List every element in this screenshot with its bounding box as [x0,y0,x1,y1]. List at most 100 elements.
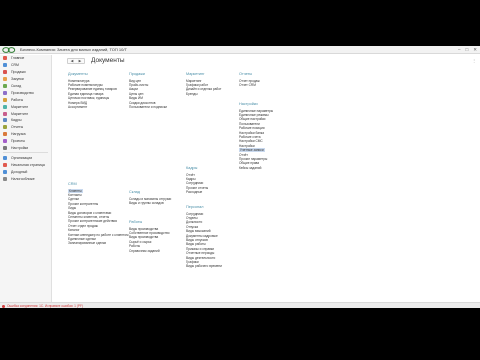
link-item[interactable]: Сырьё и сырья [129,240,151,244]
link-item[interactable]: Запланированные сделки [68,241,106,245]
link-item[interactable]: Расходные [186,190,202,194]
link-item[interactable]: Единичные режимы [239,113,269,117]
link-item[interactable]: Дизайн и отделка работ [186,87,221,91]
sidebar-item-items-11[interactable]: Нагрузка [0,131,51,138]
link-item[interactable]: Прочие контрагенты [68,202,98,206]
link-item[interactable]: Единая единица товара [68,92,103,96]
link-item[interactable]: Настройки СМС [239,139,263,143]
maximize-button[interactable]: □ [466,47,469,53]
link-item[interactable]: Отчет CRM [239,83,256,87]
link-item[interactable]: Склады и магазины отгрузки [129,197,171,201]
sidebar-item-items-13[interactable]: Настройки [0,145,51,152]
link-item[interactable]: Пользователи и подписки [129,105,167,109]
forward-button[interactable]: ▶ [76,59,84,63]
link-item[interactable]: Единичные сделки [68,237,96,241]
sidebar-item-bottom-1[interactable]: Начальная страница [0,161,51,168]
link-item[interactable]: Сотрудники [186,212,203,216]
link-item[interactable]: Графики работ [186,83,208,87]
sidebar-item-items-2[interactable]: Продажи [0,69,51,76]
link-item[interactable]: Отчёт [186,173,195,177]
link-item[interactable]: Прочие параметры [239,157,267,161]
link-item[interactable]: Акции [129,87,138,91]
link-item[interactable]: Номенклатура [68,79,89,83]
sidebar-item-items-8[interactable]: Маркетинг [0,110,51,117]
sidebar-item-items-1[interactable]: CRM [0,62,51,69]
sidebar-item-items-12[interactable]: Проекты [0,138,51,145]
link-item[interactable]: Ассортимент [68,105,87,109]
status-message[interactable]: Ошибка соединения: 1С. Исправьте ошибки:… [7,304,83,308]
link-item[interactable]: Настройки [239,144,255,148]
sidebar-item-label: Производство [11,90,34,95]
link-item[interactable]: Рабочие номенклатуры [68,83,103,87]
link-item[interactable]: Графики [186,260,199,264]
link-item[interactable]: Отчет отдел продаж [68,224,98,228]
link-item[interactable]: Отчет продаж [239,79,260,83]
link-item[interactable]: Сотрудники [186,181,203,185]
sidebar-item-items-6[interactable]: Работы [0,96,51,103]
sidebar-item-bottom-3[interactable]: Налогообложе [0,175,51,182]
link-item[interactable]: Виды ИМ [129,96,143,100]
link-item[interactable]: Виды производства [129,227,158,231]
back-button[interactable]: ◀ [68,59,76,63]
link-item[interactable]: Отделы [186,216,198,220]
more-menu-icon[interactable]: ⋮ [472,59,476,63]
link-item[interactable]: Прочие отчеты [186,186,208,190]
link-item[interactable]: Скидки дисконтов [129,101,156,105]
link-item[interactable]: Прайс-листы [129,83,148,87]
close-button[interactable]: ✕ [473,47,477,53]
sidebar-item-items-4[interactable]: Склад [0,83,51,90]
link-item[interactable]: Цены цен [129,92,143,96]
link-item[interactable]: Документы кадровые [186,234,218,238]
link-item[interactable]: Справочник заданий [129,249,160,253]
link-item[interactable]: Пользователи [239,122,260,126]
link-item[interactable]: Контакты [68,193,82,197]
link-item[interactable]: Единичные параметры [239,109,273,113]
sidebar-item-bottom-0[interactable]: Организации [0,154,51,161]
sidebar-item-items-3[interactable]: Закупки [0,76,51,83]
link-item[interactable]: Цепочки поставок, единицы [68,96,109,100]
link-item[interactable]: Кейсы заданий [239,166,261,170]
window-title: Бизнесс-Компания: Зачета для малых издан… [20,47,127,52]
link-item[interactable]: Сегменты клиентов, отчеты [68,215,109,219]
link-item[interactable]: Общие права [239,161,259,165]
link-item[interactable]: Клиенты [68,188,83,193]
link-item[interactable]: Отчёт [239,153,248,157]
link-item[interactable]: Номера ВИД [68,101,87,105]
link-item[interactable]: Виды взысканий [186,229,211,233]
link-item[interactable]: Вид цен [129,79,141,83]
link-item[interactable]: Учетные записи [239,148,265,153]
link-item[interactable]: Резервирование единиц товаров [68,87,117,91]
link-item[interactable]: Работы [129,244,140,248]
sidebar-item-items-0[interactable]: Главное [0,55,51,62]
link-item[interactable]: Маркетинг [186,79,202,83]
sidebar-item-bottom-2[interactable]: Доходный [0,168,51,175]
link-item[interactable]: Контакт-менеджер по работе с клиентом [68,233,128,237]
minimize-button[interactable]: – [458,47,461,53]
link-item[interactable]: Сделки [68,197,79,201]
link-item[interactable]: Виды отпусков [186,238,208,242]
link-item[interactable]: Приказы и справки [186,247,214,251]
link-item[interactable]: Рабочие позиции [239,126,265,130]
link-item[interactable]: Отпуска [186,225,198,229]
sidebar-item-items-7[interactable]: Маркетинг [0,103,51,110]
link-item[interactable]: Виды производства [129,235,158,239]
link-item[interactable]: Каталог [68,228,80,232]
sidebar-item-items-9[interactable]: Кадры [0,117,51,124]
link-item[interactable]: Настройки банка [239,131,264,135]
link-item[interactable]: Виды деятельности [186,256,215,260]
sidebar-item-items-5[interactable]: Производство [0,89,51,96]
link-item[interactable]: Лиды [68,206,76,210]
link-item[interactable]: Бренды [186,92,198,96]
link-item[interactable]: Прочие контрагентские действия [68,219,117,223]
link-item[interactable]: Собственное производство [129,231,170,235]
link-item[interactable]: Виды работы [186,242,206,246]
link-item[interactable]: Общие настройки [239,117,265,121]
link-item[interactable]: Рабочие счета [239,135,261,139]
link-item[interactable]: Виды договоров с клиентами [68,211,111,215]
link-item[interactable]: Виды рабочего времени [186,264,222,268]
link-item[interactable]: Должности [186,220,202,224]
link-item[interactable]: Виды и группы складов [129,201,164,205]
link-item[interactable]: Кадры [186,177,196,181]
sidebar-item-items-10[interactable]: Отчеты [0,124,51,131]
link-item[interactable]: Отчетные периоды [186,251,214,255]
